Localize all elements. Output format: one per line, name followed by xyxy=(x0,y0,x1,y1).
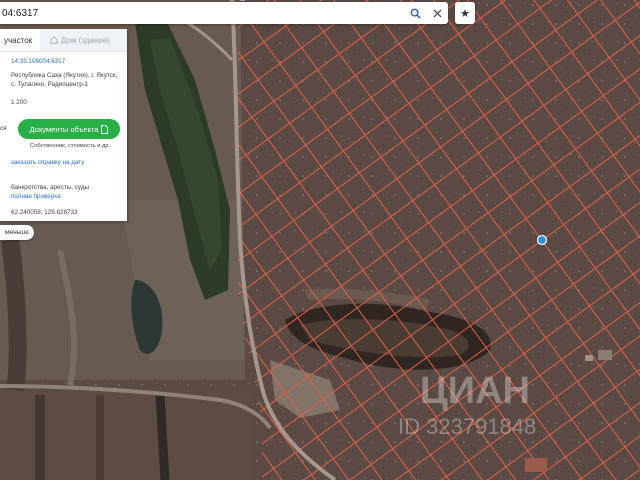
close-icon[interactable] xyxy=(426,2,448,24)
tab-building-label: Дом (здание) xyxy=(61,35,110,45)
documents-button[interactable]: Документы объекта xyxy=(18,119,120,139)
watermark-id: ID 323791848 xyxy=(398,414,537,439)
address-line-1: Республика Саха (Якутия), г. Якутск, xyxy=(11,72,118,79)
favorite-button[interactable]: ★ xyxy=(455,2,475,24)
order-certificate-link[interactable]: заказать справку на дату xyxy=(11,159,84,168)
tab-building[interactable]: Дом (здание) xyxy=(40,29,127,51)
coordinates-text: 62.240058, 129.828733 xyxy=(11,209,78,216)
star-icon: ★ xyxy=(460,7,470,20)
documents-caption: Собственник, стоимость и др. xyxy=(30,143,111,149)
address-line-2: с. Тулагино, Радиоцентр-1 xyxy=(11,81,89,88)
watermark-brand: ЦИАН xyxy=(420,370,530,412)
search-input[interactable]: 04:6317 xyxy=(0,8,404,19)
tab-parcel[interactable]: участок xyxy=(0,29,40,51)
parcel-info-panel: участок Дом (здание) 14:35:106004:6317 Р… xyxy=(0,29,127,221)
panel-tabs: участок Дом (здание) xyxy=(0,29,127,52)
search-icon[interactable] xyxy=(404,2,426,24)
cadastral-number-link[interactable]: 14:35:106004:6317 xyxy=(11,58,65,67)
full-check-link[interactable]: полная проверка xyxy=(11,193,61,202)
less-button[interactable]: меньше xyxy=(0,225,34,240)
search-bar: 04:6317 xyxy=(0,2,448,24)
location-marker[interactable] xyxy=(536,234,548,246)
side-label: ся xyxy=(0,125,7,132)
checks-text: банкротства, аресты, суды xyxy=(11,184,90,191)
documents-button-label: Документы объекта xyxy=(29,124,99,134)
home-icon xyxy=(50,36,58,44)
less-button-label: меньше xyxy=(5,229,29,236)
document-icon xyxy=(101,124,109,134)
area-value: 1 200 xyxy=(11,99,27,106)
